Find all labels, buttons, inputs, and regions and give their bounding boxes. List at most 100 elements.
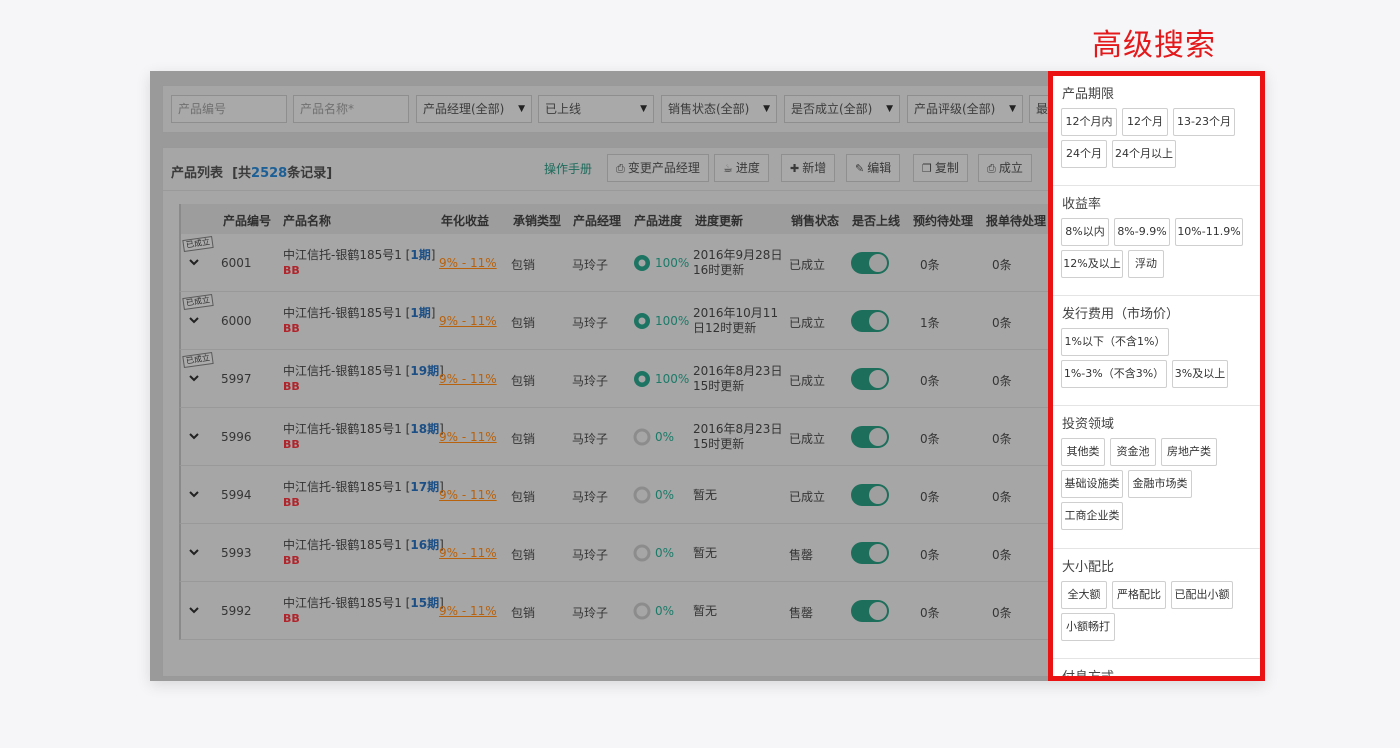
product-name[interactable]: 中江信托-银鹤185号1 [1期] BB	[283, 306, 435, 336]
filter-chip[interactable]: 其他类	[1061, 438, 1105, 466]
filter-chip[interactable]: 1%-3%（不含3%）	[1061, 360, 1167, 388]
add-button[interactable]: ✚ 新增	[781, 154, 836, 182]
col-product-name[interactable]: 产品名称	[283, 212, 331, 229]
yield-link[interactable]: 9% - 11%	[439, 430, 497, 444]
product-name[interactable]: 中江信托-银鹤185号1 [17期] BB	[283, 480, 444, 510]
col-reserve[interactable]: 预约待处理	[913, 212, 973, 229]
establish-button[interactable]: ⎙ 成立	[978, 154, 1032, 182]
toggle-knob	[869, 254, 887, 272]
yield-link[interactable]: 9% - 11%	[439, 488, 497, 502]
filter-chip[interactable]: 工商企业类	[1061, 502, 1123, 530]
filter-chip[interactable]: 基础设施类	[1061, 470, 1123, 498]
filter-chip[interactable]: 3%及以上	[1172, 360, 1228, 388]
product-no-input[interactable]: 产品编号	[171, 95, 287, 123]
col-type[interactable]: 承销类型	[513, 212, 561, 229]
filter-chip[interactable]: 10%-11.9%	[1175, 218, 1243, 246]
filter-chip[interactable]: 严格配比	[1112, 581, 1166, 609]
sale-status-select[interactable]: 销售状态(全部) ▼	[661, 95, 777, 123]
filter-chip[interactable]: 24个月	[1061, 140, 1107, 168]
filter-chip[interactable]: 1%以下（不含1%）	[1061, 328, 1169, 356]
col-manager[interactable]: 产品经理	[573, 212, 621, 229]
col-update[interactable]: 进度更新	[695, 212, 743, 229]
col-report[interactable]: 报单待处理	[986, 212, 1046, 229]
update-line-1: 2016年8月23日	[693, 422, 783, 436]
online-toggle[interactable]	[851, 310, 889, 332]
yield-link[interactable]: 9% - 11%	[439, 604, 497, 618]
product-name[interactable]: 中江信托-银鹤185号1 [15期] BB	[283, 596, 444, 626]
established-select[interactable]: 是否成立(全部) ▼	[784, 95, 900, 123]
online-toggle[interactable]	[851, 600, 889, 622]
manual-link[interactable]: 操作手册	[544, 160, 592, 177]
chevron-down-icon[interactable]	[189, 546, 199, 556]
product-name[interactable]: 中江信托-银鹤185号1 [19期] BB	[283, 364, 444, 394]
update-line-2: 日12时更新	[693, 321, 757, 335]
online-toggle[interactable]	[851, 484, 889, 506]
table-row[interactable]: 5993 中江信托-银鹤185号1 [16期] BB 9% - 11% 包销 马玲子 0% 暂…	[179, 524, 1163, 582]
progress-ring-icon	[633, 312, 651, 333]
edit-label: 编辑	[867, 161, 892, 175]
online-toggle[interactable]	[851, 368, 889, 390]
change-manager-label: 变更产品经理	[627, 161, 700, 175]
filter-chip[interactable]: 小额畅打	[1061, 613, 1115, 641]
col-yield[interactable]: 年化收益	[441, 212, 489, 229]
yield-link[interactable]: 9% - 11%	[439, 372, 497, 386]
table-row[interactable]: 5994 中江信托-银鹤185号1 [17期] BB 9% - 11% 包销 马玲子 0% 暂…	[179, 466, 1163, 524]
chevron-down-icon[interactable]	[189, 488, 199, 498]
col-sale-status[interactable]: 销售状态	[791, 212, 839, 229]
manager-select[interactable]: 产品经理(全部) ▼	[416, 95, 532, 123]
online-toggle[interactable]	[851, 252, 889, 274]
table-row[interactable]: 5992 中江信托-银鹤185号1 [15期] BB 9% - 11% 包销 马玲子 0% 暂…	[179, 582, 1163, 640]
col-online[interactable]: 是否上线	[852, 212, 900, 229]
caret-down-icon: ▼	[518, 104, 525, 114]
chevron-down-icon[interactable]	[189, 314, 199, 324]
reserve-pending: 0条	[920, 606, 940, 620]
advanced-search-panel: 产品期限 12个月内 12个月 13-23个月 24个月 24个月以上 收益率 8%以内 8%-…	[1048, 71, 1265, 681]
chevron-down-icon[interactable]	[189, 604, 199, 614]
sale-status-select-value: 销售状态(全部)	[668, 102, 750, 116]
filter-chip[interactable]: 房地产类	[1161, 438, 1217, 466]
table-row[interactable]: 已成立 6000 中江信托-银鹤185号1 [1期] BB 9% - 11% 包销 马玲子 1…	[179, 292, 1163, 350]
established-stamp: 已成立	[182, 235, 214, 253]
filter-chip[interactable]: 8%以内	[1061, 218, 1109, 246]
product-name[interactable]: 中江信托-银鹤185号1 [1期] BB	[283, 248, 435, 278]
underwriting-type: 包销	[511, 490, 536, 504]
rating-select[interactable]: 产品评级(全部) ▼	[907, 95, 1023, 123]
copy-button[interactable]: ❐ 复制	[913, 154, 968, 182]
table-row[interactable]: 5996 中江信托-银鹤185号1 [18期] BB 9% - 11% 包销 马玲子 0% 2…	[179, 408, 1163, 466]
chevron-down-icon[interactable]	[189, 372, 199, 382]
filter-chip[interactable]: 12个月	[1122, 108, 1168, 136]
online-toggle[interactable]	[851, 426, 889, 448]
filter-chip[interactable]: 12个月内	[1061, 108, 1117, 136]
filter-chip[interactable]: 资金池	[1110, 438, 1156, 466]
progress-button[interactable]: ☕ 进度	[714, 154, 769, 182]
sale-status: 已成立	[789, 432, 826, 446]
filter-chip[interactable]: 13-23个月	[1173, 108, 1235, 136]
online-select[interactable]: 已上线 ▼	[538, 95, 654, 123]
col-progress[interactable]: 产品进度	[634, 212, 682, 229]
edit-button[interactable]: ✎ 编辑	[846, 154, 901, 182]
filter-chip[interactable]: 浮动	[1128, 250, 1164, 278]
table-row[interactable]: 已成立 6001 中江信托-银鹤185号1 [1期] BB 9% - 11% 包销 马玲子 1…	[179, 234, 1163, 292]
progress-update: 2016年9月28日 16时更新	[693, 248, 782, 278]
col-product-no[interactable]: 产品编号	[223, 212, 271, 229]
online-toggle[interactable]	[851, 542, 889, 564]
product-tag: BB	[283, 380, 300, 393]
change-manager-button[interactable]: ⎙ 变更产品经理	[607, 154, 709, 182]
yield-link[interactable]: 9% - 11%	[439, 256, 497, 270]
yield-link[interactable]: 9% - 11%	[439, 546, 497, 560]
filter-chip[interactable]: 已配出小额	[1171, 581, 1233, 609]
table-row[interactable]: 已成立 5997 中江信托-银鹤185号1 [19期] BB 9% - 11% 包销 马玲子…	[179, 350, 1163, 408]
filter-chip[interactable]: 24个月以上	[1112, 140, 1176, 168]
product-name[interactable]: 中江信托-银鹤185号1 [16期] BB	[283, 538, 444, 568]
filter-chip[interactable]: 全大额	[1061, 581, 1107, 609]
underwriting-type: 包销	[511, 548, 536, 562]
report-pending: 0条	[992, 316, 1012, 330]
yield-link[interactable]: 9% - 11%	[439, 314, 497, 328]
filter-chip[interactable]: 8%-9.9%	[1114, 218, 1170, 246]
chevron-down-icon[interactable]	[189, 430, 199, 440]
chevron-down-icon[interactable]	[189, 256, 199, 266]
product-name[interactable]: 中江信托-银鹤185号1 [18期] BB	[283, 422, 444, 452]
filter-chip[interactable]: 金融市场类	[1128, 470, 1192, 498]
product-name-input[interactable]: 产品名称*	[293, 95, 409, 123]
filter-chip[interactable]: 12%及以上	[1061, 250, 1123, 278]
